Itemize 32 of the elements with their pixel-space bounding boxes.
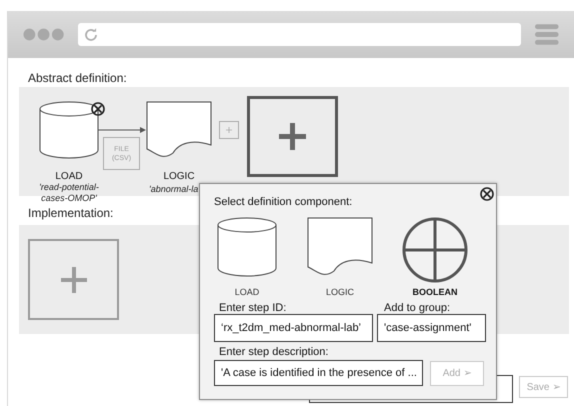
step-name: 'abnormal-la <box>149 184 198 195</box>
section-heading: Abstract definition: <box>28 70 128 87</box>
window-dots-icon <box>23 28 64 41</box>
menu-icon[interactable] <box>535 24 559 45</box>
cylinder-icon <box>39 101 99 159</box>
cylinder-icon <box>217 217 277 277</box>
document-icon <box>307 217 373 277</box>
input-field[interactable]: ‘rx_t2dm_med-abnormal-lab’ <box>214 314 373 342</box>
component-option[interactable]: BOOLEAN <box>400 217 470 297</box>
input-field[interactable]: 'A case is identified in the presence of ... <box>214 360 423 386</box>
component-option[interactable]: LOAD <box>212 217 282 297</box>
small-add-button[interactable] <box>219 121 239 139</box>
crossed-circle-icon <box>402 217 468 283</box>
step-label: LOGIC <box>162 171 196 182</box>
component-option[interactable]: LOGIC <box>305 217 375 297</box>
field-label: Enter step description: <box>219 345 328 360</box>
close-icon[interactable] <box>91 102 105 116</box>
dialog-title: Select definition component: <box>214 195 352 210</box>
input-field[interactable]: 'case-assignment' <box>377 314 486 342</box>
field-label: Enter step ID: <box>219 301 286 316</box>
reload-icon[interactable] <box>83 26 100 42</box>
plus-icon[interactable] <box>279 123 306 150</box>
add-step-button[interactable] <box>247 96 338 177</box>
document-icon <box>146 101 212 159</box>
field-label: Add to group: <box>384 301 450 316</box>
address-field[interactable] <box>78 23 522 46</box>
step-label: LOAD <box>54 171 84 182</box>
section-heading: Implementation: <box>28 205 114 222</box>
step-name: 'read-potential-cases-OMOP' <box>38 182 100 204</box>
connector-arrow <box>98 125 146 135</box>
plus-icon[interactable] <box>60 266 86 292</box>
close-icon[interactable] <box>480 187 494 201</box>
